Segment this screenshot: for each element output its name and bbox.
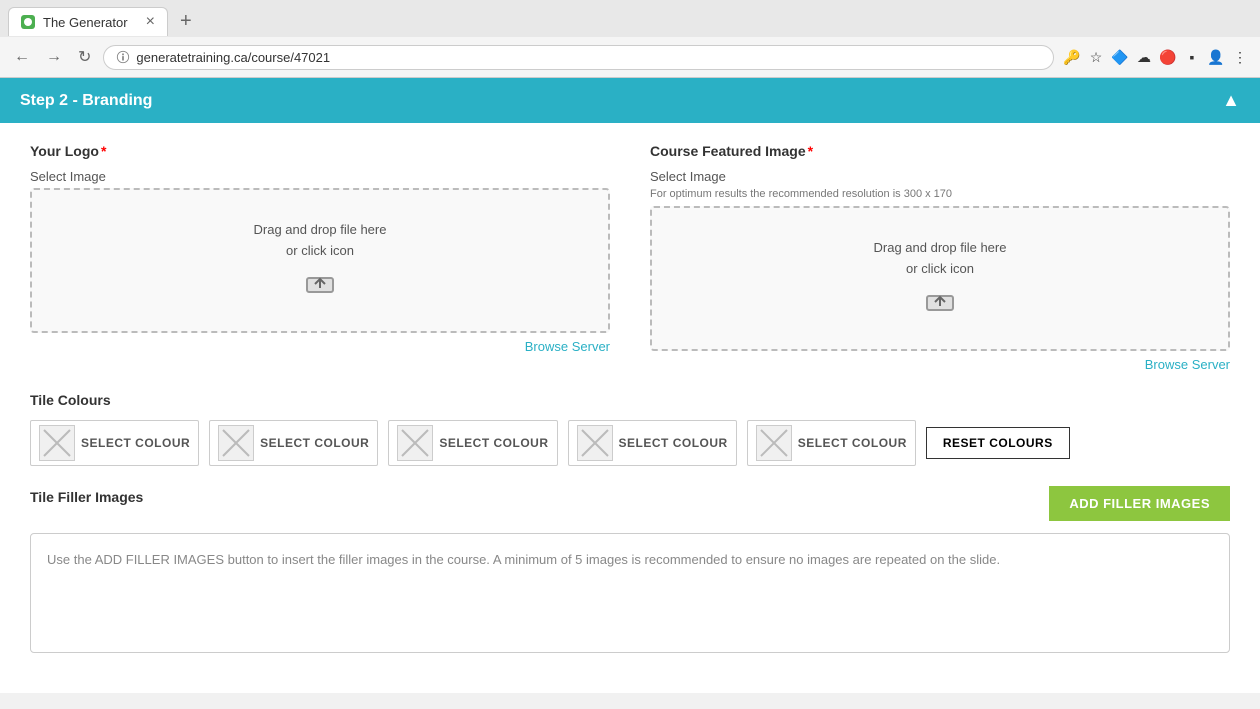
- colour-item-5[interactable]: SELECT COLOUR: [747, 420, 916, 466]
- ext3-icon[interactable]: 🔴: [1158, 47, 1178, 67]
- logo-browse-link[interactable]: Browse Server: [30, 339, 610, 354]
- colour-item-1[interactable]: SELECT COLOUR: [30, 420, 199, 466]
- tab-favicon: [21, 15, 35, 29]
- new-tab-button[interactable]: +: [172, 6, 200, 37]
- ext4-icon[interactable]: ▪: [1182, 47, 1202, 67]
- step-collapse-button[interactable]: ▲: [1222, 90, 1240, 111]
- featured-select-label: Select Image: [650, 169, 1230, 184]
- tab-bar: The Generator × +: [0, 0, 1260, 37]
- address-bar: ← → ↻ generatetraining.ca/course/47021 🔑…: [0, 37, 1260, 77]
- colour-box-1: [39, 425, 75, 461]
- section-content: Your Logo* Select Image Drag and drop fi…: [0, 123, 1260, 693]
- browser-actions: 🔑 ☆ 🔷 ☁ 🔴 ▪ 👤 ⋮: [1062, 47, 1250, 67]
- tile-colours-label: Tile Colours: [30, 392, 1230, 408]
- featured-label: Course Featured Image*: [650, 143, 1230, 159]
- colour-row: SELECT COLOUR SELECT COLOUR SELECT COLOU…: [30, 420, 1230, 466]
- menu-icon[interactable]: ⋮: [1230, 47, 1250, 67]
- featured-required: *: [808, 143, 813, 159]
- tab-close-button[interactable]: ×: [146, 14, 155, 30]
- logo-upload-icon: [305, 270, 335, 301]
- star-icon[interactable]: ☆: [1086, 47, 1106, 67]
- colour-box-4: [577, 425, 613, 461]
- profile-icon[interactable]: 👤: [1206, 47, 1226, 67]
- filler-info-box: Use the ADD FILLER IMAGES button to inse…: [30, 533, 1230, 653]
- image-row: Your Logo* Select Image Drag and drop fi…: [30, 143, 1230, 372]
- featured-upload-icon: [925, 288, 955, 319]
- resolution-hint: For optimum results the recommended reso…: [650, 188, 1230, 200]
- step-header: Step 2 - Branding ▲: [0, 78, 1260, 123]
- reset-colours-button[interactable]: RESET COLOURS: [926, 427, 1070, 459]
- filler-info-text: Use the ADD FILLER IMAGES button to inse…: [47, 550, 1213, 571]
- active-tab[interactable]: The Generator ×: [8, 7, 168, 36]
- filler-images-label: Tile Filler Images: [30, 489, 143, 505]
- colour-label-3: SELECT COLOUR: [439, 436, 548, 450]
- colour-label-5: SELECT COLOUR: [798, 436, 907, 450]
- ext2-icon[interactable]: ☁: [1134, 47, 1154, 67]
- url-bar[interactable]: generatetraining.ca/course/47021: [103, 45, 1054, 70]
- add-filler-images-button[interactable]: ADD FILLER IMAGES: [1049, 486, 1230, 521]
- filler-header: Tile Filler Images ADD FILLER IMAGES: [30, 486, 1230, 521]
- url-text: generatetraining.ca/course/47021: [136, 50, 1041, 65]
- colour-box-3: [397, 425, 433, 461]
- ext1-icon[interactable]: 🔷: [1110, 47, 1130, 67]
- colour-item-4[interactable]: SELECT COLOUR: [568, 420, 737, 466]
- logo-dropzone[interactable]: Drag and drop file here or click icon: [30, 188, 610, 333]
- back-button[interactable]: ←: [10, 44, 34, 70]
- forward-button[interactable]: →: [42, 44, 66, 70]
- colour-item-3[interactable]: SELECT COLOUR: [388, 420, 557, 466]
- logo-label: Your Logo*: [30, 143, 610, 159]
- logo-required: *: [101, 143, 106, 159]
- colour-label-4: SELECT COLOUR: [619, 436, 728, 450]
- tab-title: The Generator: [43, 15, 128, 30]
- tile-colours-section: Tile Colours SELECT COLOUR SELECT COLOUR: [30, 392, 1230, 466]
- colour-item-2[interactable]: SELECT COLOUR: [209, 420, 378, 466]
- colour-label-1: SELECT COLOUR: [81, 436, 190, 450]
- featured-browse-link[interactable]: Browse Server: [650, 357, 1230, 372]
- featured-dropzone[interactable]: Drag and drop file here or click icon: [650, 206, 1230, 351]
- page-content: Step 2 - Branding ▲ Your Logo* Select Im…: [0, 78, 1260, 693]
- logo-drop-text: Drag and drop file here or click icon: [254, 220, 387, 262]
- browser-chrome: The Generator × + ← → ↻ generatetraining…: [0, 0, 1260, 78]
- colour-label-2: SELECT COLOUR: [260, 436, 369, 450]
- key-icon[interactable]: 🔑: [1062, 47, 1082, 67]
- logo-column: Your Logo* Select Image Drag and drop fi…: [30, 143, 610, 372]
- filler-images-section: Tile Filler Images ADD FILLER IMAGES Use…: [30, 486, 1230, 653]
- featured-column: Course Featured Image* Select Image For …: [650, 143, 1230, 372]
- colour-box-5: [756, 425, 792, 461]
- colour-box-2: [218, 425, 254, 461]
- refresh-button[interactable]: ↻: [74, 43, 95, 71]
- step-header-title: Step 2 - Branding: [20, 92, 152, 110]
- featured-drop-text: Drag and drop file here or click icon: [874, 238, 1007, 280]
- logo-select-label: Select Image: [30, 169, 610, 184]
